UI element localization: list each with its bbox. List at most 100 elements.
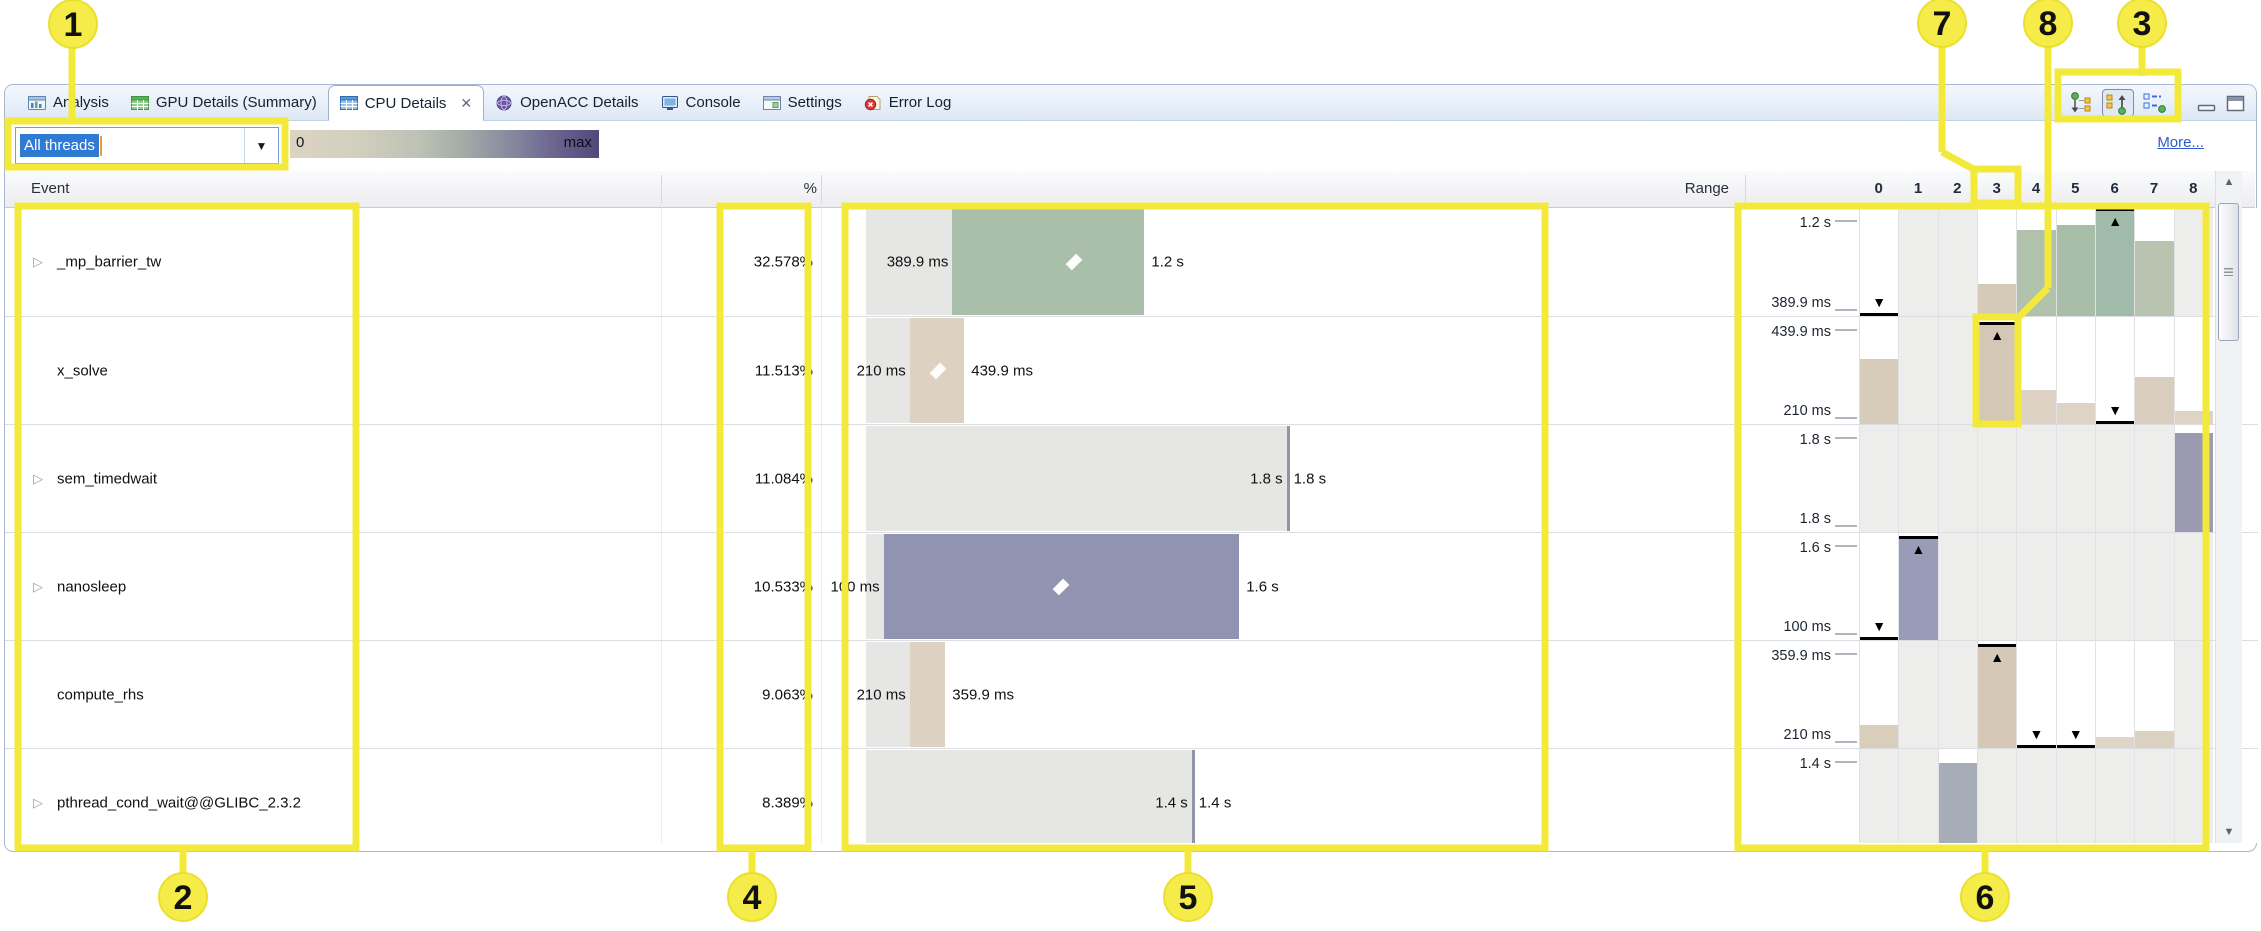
thread-cell: ▼ [2016, 641, 2055, 748]
thread-cell: ▼ [1859, 533, 1898, 640]
expand-arrow-icon[interactable]: ▷ [33, 579, 43, 595]
max-line-marker [1978, 644, 2016, 647]
table-row[interactable]: x_solve11.513%210 ms439.9 ms439.9 ms210 … [5, 316, 2258, 424]
callout-circle-2 [159, 873, 207, 921]
thread-column-header-2: 2 [1938, 180, 1977, 197]
thread-axis-top-label: 359.9 ms [1651, 648, 1831, 664]
thread-cell [1938, 533, 1977, 640]
column-divider [821, 749, 822, 843]
event-name[interactable]: nanosleep [57, 578, 126, 595]
tab-gpu-details-summary-[interactable]: GPU Details (Summary) [120, 85, 328, 120]
scroll-up-icon[interactable]: ▲ [2218, 172, 2240, 192]
table-row[interactable]: ▷nanosleep10.533%100 ms1.6 s1.6 s100 ms▼… [5, 532, 2258, 640]
column-header-percent[interactable]: % [661, 180, 817, 197]
analysis-icon [28, 95, 46, 111]
thread-cell: ▼ [1859, 208, 1898, 316]
column-divider [821, 425, 822, 532]
range-min-label: 210 ms [766, 686, 906, 703]
range-bar [952, 209, 1144, 315]
table-row[interactable]: compute_rhs9.063%210 ms359.9 ms359.9 ms2… [5, 640, 2258, 748]
view-tab-strip: AnalysisGPU Details (Summary)CPU Details… [5, 85, 2256, 121]
max-line-marker [1978, 322, 2016, 325]
thread-value-bar [2057, 403, 2095, 424]
minimize-icon[interactable] [2195, 92, 2219, 114]
thread-cell [2134, 425, 2173, 532]
event-name[interactable]: _mp_barrier_tw [57, 254, 161, 271]
expand-arrow-icon[interactable]: ▷ [33, 254, 43, 270]
axis-tick [1835, 309, 1857, 311]
callout-number: 4 [743, 879, 762, 917]
tab-label: Console [686, 94, 741, 111]
settings-icon [763, 95, 781, 111]
event-name[interactable]: x_solve [57, 362, 108, 379]
thread-cell [2016, 533, 2055, 640]
range-max-label: 439.9 ms [971, 362, 1033, 379]
tab-openacc-details[interactable]: OpenACC Details [484, 85, 649, 120]
thread-value-bar [2017, 390, 2055, 424]
tab-cpu-details[interactable]: CPU Details✕ [328, 85, 484, 121]
column-header-range[interactable]: Range [1305, 180, 1729, 197]
tab-settings[interactable]: Settings [752, 85, 853, 120]
axis-tick [1835, 417, 1857, 419]
thread-axis-bottom-label: 210 ms [1651, 403, 1831, 419]
min-arrow-icon: ▼ [2108, 403, 2122, 417]
event-name[interactable]: pthread_cond_wait@@GLIBC_2.3.2 [57, 794, 301, 811]
tab-console[interactable]: Console [650, 85, 752, 120]
event-name[interactable]: compute_rhs [57, 686, 144, 703]
tab-analysis[interactable]: Analysis [17, 85, 120, 120]
percent-value: 8.389% [657, 794, 813, 811]
axis-tick [1835, 653, 1857, 655]
thread-cell [1898, 641, 1937, 748]
legend-min-label: 0 [296, 134, 304, 151]
callout-circle-5 [1164, 873, 1212, 921]
expand-arrow-icon[interactable]: ▷ [33, 471, 43, 487]
thread-filter-dropdown[interactable]: All threads ▼ [15, 127, 279, 164]
thumb-grip [2224, 268, 2233, 276]
collapse-tree-icon[interactable] [2065, 89, 2097, 117]
table-row[interactable]: ▷_mp_barrier_tw32.578%389.9 ms1.2 s1.2 s… [5, 208, 2258, 316]
thread-cell [2095, 533, 2134, 640]
thread-axis-bottom-label: 389.9 ms [1651, 295, 1831, 311]
expand-tree-icon[interactable] [2102, 89, 2134, 117]
thread-column-header-8: 8 [2174, 180, 2213, 197]
chevron-down-icon[interactable]: ▼ [244, 128, 278, 163]
thread-axis-bottom-label: 100 ms [1651, 619, 1831, 635]
maximize-icon[interactable] [2224, 92, 2248, 114]
max-arrow-icon: ▲ [1912, 542, 1926, 556]
vertical-scrollbar[interactable]: ▲ ▼ [2215, 171, 2242, 843]
scroll-down-icon[interactable]: ▼ [2218, 822, 2240, 842]
thread-cell: ▲ [1977, 317, 2016, 424]
table-header-row: Event % Range 012345678 [5, 171, 2255, 208]
event-name[interactable]: sem_timedwait [57, 470, 157, 487]
more-link[interactable]: More... [2157, 134, 2204, 151]
thread-axis-bottom-label: 1.8 s [1651, 511, 1831, 527]
thread-cell [2174, 533, 2213, 640]
min-arrow-icon: ▼ [2069, 727, 2083, 741]
flat-view-icon[interactable] [2139, 89, 2171, 117]
range-max-label: 1.8 s [1294, 470, 1327, 487]
thread-cell [2134, 208, 2173, 316]
range-min-label: 389.9 ms [808, 254, 948, 271]
range-bar [910, 642, 946, 747]
gpu-details-icon [131, 95, 149, 111]
table-row[interactable]: ▷sem_timedwait11.084%1.8 s1.8 s1.8 s1.8 … [5, 424, 2258, 532]
thread-cell [2174, 208, 2213, 316]
expand-arrow-icon[interactable]: ▷ [33, 795, 43, 811]
table-row[interactable]: ▷pthread_cond_wait@@GLIBC_2.3.28.389%1.4… [5, 748, 2258, 843]
view-toolbar [2065, 88, 2248, 118]
callout-circle-8 [2024, 0, 2072, 47]
close-icon[interactable]: ✕ [460, 95, 472, 112]
max-arrow-icon: ▲ [1990, 650, 2004, 664]
scrollbar-thumb[interactable] [2218, 203, 2239, 341]
thread-cell [2174, 317, 2213, 424]
tab-label: Settings [788, 94, 842, 111]
thread-cell: ▲ [2095, 208, 2134, 316]
callout-circle-1 [49, 0, 97, 48]
column-header-event[interactable]: Event [31, 180, 69, 197]
max-line-marker [2096, 208, 2134, 211]
thread-cell [1977, 208, 2016, 316]
thread-value-bar [1860, 725, 1898, 748]
tab-error-log[interactable]: Error Log [853, 85, 963, 120]
thread-cell [2056, 317, 2095, 424]
axis-tick [1835, 761, 1857, 763]
